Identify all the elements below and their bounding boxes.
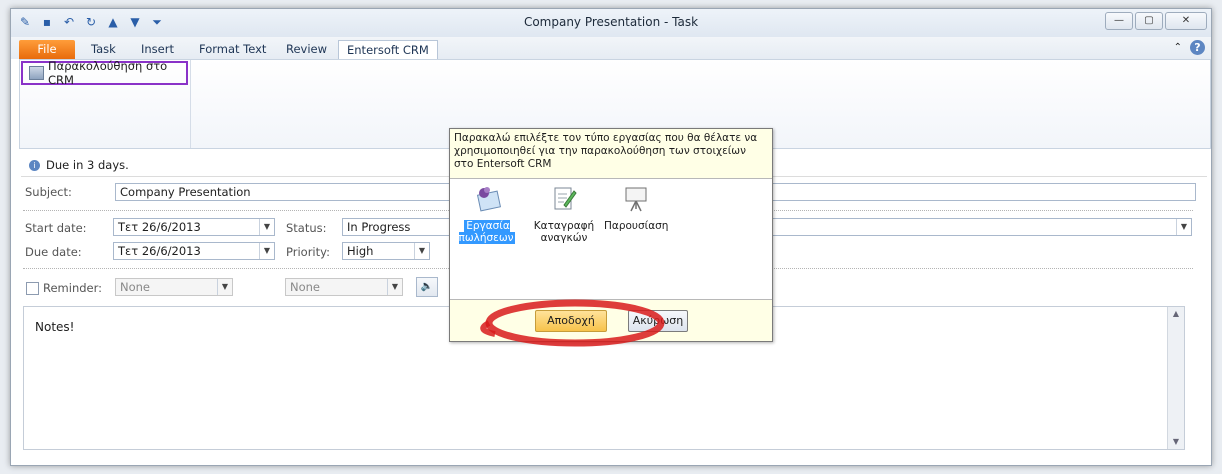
notes-scrollbar[interactable]: ▲ ▼ (1167, 307, 1184, 449)
help-icon[interactable]: ? (1190, 40, 1205, 55)
track-in-crm-button[interactable]: Παρακολούθηση στο CRM (21, 59, 188, 87)
due-date-field[interactable]: Τετ 26/6/2013 ▼ (113, 242, 275, 260)
title-bar: ✎ ▪ ↶ ↻ ▲ ▼ ⏷ Company Presentation - Tas… (11, 9, 1211, 38)
reminder-time-select[interactable]: None ▼ (285, 278, 403, 296)
due-notice-text: Due in 3 days. (46, 158, 129, 172)
task-type-dialog: Παρακαλώ επιλέξτε τον τύπο εργασίας που … (449, 128, 773, 342)
start-date-value: Τετ 26/6/2013 (118, 220, 201, 234)
track-in-crm-label: Παρακολούθηση στο CRM (47, 59, 168, 87)
chevron-down-icon[interactable]: ▼ (1176, 219, 1191, 235)
minimize-button[interactable]: — (1105, 12, 1133, 30)
scroll-up-icon[interactable]: ▲ (1168, 307, 1184, 321)
pushpin-note-icon (476, 187, 502, 212)
option-label: Καταγραφή αναγκών (533, 220, 595, 244)
due-notice: i Due in 3 days. (29, 158, 129, 172)
chevron-down-icon[interactable]: ▼ (387, 279, 402, 295)
option-label: Εργασία πωλήσεων (458, 220, 516, 244)
tab-entersoft-crm[interactable]: Entersoft CRM (338, 40, 438, 60)
tab-insert[interactable]: Insert (133, 40, 182, 59)
close-button[interactable]: ✕ (1165, 12, 1207, 30)
presentation-board-icon (625, 187, 647, 212)
ribbon-right-controls: ⌃ ? (1174, 40, 1205, 55)
dialog-prompt: Παρακαλώ επιλέξτε τον τύπο εργασίας που … (450, 129, 772, 179)
status-value: In Progress (347, 220, 411, 234)
tab-task[interactable]: Task (83, 40, 124, 59)
status-label: Status: (286, 221, 327, 235)
start-date-label: Start date: (25, 221, 87, 235)
priority-select[interactable]: High ▼ (342, 242, 430, 260)
due-date-label: Due date: (25, 245, 82, 259)
priority-value: High (347, 244, 374, 258)
option-label: Παρουσίαση (604, 220, 669, 232)
scroll-down-icon[interactable]: ▼ (1168, 435, 1184, 449)
start-date-field[interactable]: Τετ 26/6/2013 ▼ (113, 218, 275, 236)
notes-text: Notes! (35, 320, 75, 334)
info-icon: i (29, 159, 40, 171)
tab-file[interactable]: File (19, 40, 75, 59)
dialog-footer: Αποδοχή Ακύρωση (450, 300, 772, 341)
reminder-time-value: None (290, 280, 321, 294)
restore-button[interactable]: ▢ (1135, 12, 1163, 30)
option-needs-capture[interactable]: Καταγραφή αναγκών (528, 185, 600, 244)
priority-label: Priority: (286, 245, 330, 259)
reminder-sound-button[interactable]: 🔈 (416, 277, 438, 297)
crm-group: Παρακολούθηση στο CRM (20, 59, 191, 148)
ribbon-tabs: File Task Insert Format Text Review Ente… (11, 37, 1211, 60)
reminder-checkbox[interactable] (26, 282, 39, 295)
cancel-button[interactable]: Ακύρωση (628, 310, 688, 332)
option-presentation[interactable]: Παρουσίαση (604, 185, 668, 232)
option-sales-task[interactable]: Εργασία πωλήσεων (458, 185, 516, 244)
tab-format-text[interactable]: Format Text (191, 40, 274, 59)
chevron-down-icon[interactable]: ▼ (217, 279, 232, 295)
accept-button[interactable]: Αποδοχή (535, 310, 607, 332)
chevron-down-icon[interactable]: ▼ (259, 219, 274, 235)
crm-icon (29, 66, 44, 80)
subject-label: Subject: (25, 185, 72, 199)
reminder-date-value: None (120, 280, 151, 294)
window-title: Company Presentation - Task (523, 15, 699, 29)
document-pencil-icon (554, 187, 577, 210)
chevron-down-icon[interactable]: ▼ (259, 243, 274, 259)
reminder-date-select[interactable]: None ▼ (115, 278, 233, 296)
tab-review[interactable]: Review (278, 40, 335, 59)
chevron-down-icon[interactable]: ▼ (414, 243, 429, 259)
due-date-value: Τετ 26/6/2013 (118, 244, 201, 258)
collapse-ribbon-icon[interactable]: ⌃ (1174, 42, 1182, 53)
reminder-label: Reminder: (43, 281, 103, 295)
window-controls: — ▢ ✕ (1105, 12, 1207, 30)
task-type-list: Εργασία πωλήσεων Καταγραφή αναγκών Παρου… (450, 179, 772, 300)
